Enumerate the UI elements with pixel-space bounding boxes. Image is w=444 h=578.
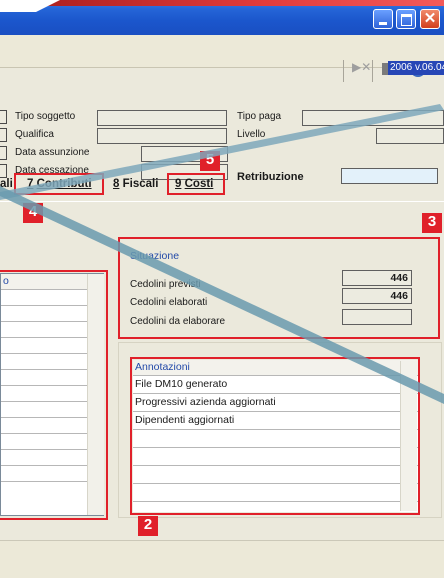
pointer-line-upper — [0, 104, 444, 200]
pointer-overlay — [0, 104, 444, 404]
version-year: 2006 — [388, 61, 415, 75]
pointer-line-lower — [0, 186, 444, 404]
version-label: v.06.04.0c00 — [413, 61, 444, 75]
